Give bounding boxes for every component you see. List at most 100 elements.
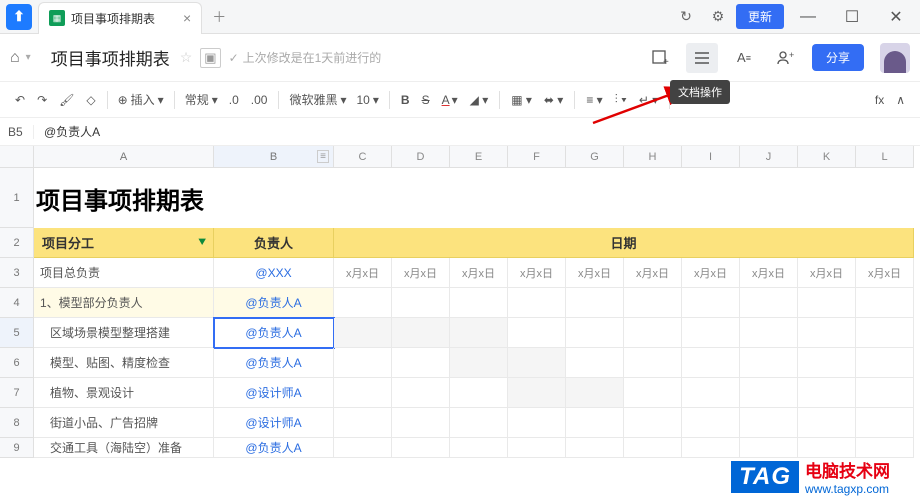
overflow-icon[interactable]: ∧	[891, 90, 910, 110]
update-button[interactable]: 更新	[736, 4, 784, 29]
date-cell[interactable]	[450, 318, 508, 348]
add-user-icon[interactable]: +	[770, 43, 802, 73]
date-cell[interactable]	[682, 318, 740, 348]
date-cell[interactable]	[450, 288, 508, 318]
font-dropdown[interactable]: 微软雅黑 ▾	[285, 89, 350, 110]
date-cell[interactable]	[508, 378, 566, 408]
col-header-C[interactable]: C	[334, 146, 392, 168]
owner-cell[interactable]: @负责人A	[214, 348, 334, 378]
date-cell[interactable]	[740, 348, 798, 378]
date-cell[interactable]	[334, 378, 392, 408]
date-cell[interactable]	[334, 318, 392, 348]
date-cell[interactable]	[624, 378, 682, 408]
date-cell[interactable]	[682, 348, 740, 378]
col-header-E[interactable]: E	[450, 146, 508, 168]
col-header-I[interactable]: I	[682, 146, 740, 168]
date-cell[interactable]	[508, 438, 566, 458]
date-cell[interactable]	[856, 408, 914, 438]
date-cell[interactable]	[334, 438, 392, 458]
date-cell[interactable]: x月x日	[624, 258, 682, 288]
header-owner[interactable]: 负责人	[214, 228, 334, 258]
sheet-title[interactable]: 项目事项排期表	[34, 168, 914, 228]
date-cell[interactable]: x月x日	[798, 258, 856, 288]
folder-icon[interactable]: ▣	[200, 48, 220, 68]
star-icon[interactable]: ☆	[180, 49, 193, 66]
date-cell[interactable]	[450, 408, 508, 438]
date-cell[interactable]	[392, 318, 450, 348]
date-cell[interactable]: x月x日	[392, 258, 450, 288]
col-header-H[interactable]: H	[624, 146, 682, 168]
create-icon[interactable]: +	[644, 43, 676, 73]
date-cell[interactable]	[624, 438, 682, 458]
task-cell[interactable]: 交通工具（海陆空）准备	[34, 438, 214, 458]
share-button[interactable]: 分享	[812, 44, 864, 71]
date-cell[interactable]	[392, 378, 450, 408]
select-all-corner[interactable]	[0, 146, 34, 168]
date-cell[interactable]	[566, 408, 624, 438]
row-header[interactable]: 2	[0, 228, 33, 258]
date-cell[interactable]	[798, 438, 856, 458]
date-cell[interactable]	[508, 288, 566, 318]
date-cell[interactable]	[566, 318, 624, 348]
date-cell[interactable]: x月x日	[566, 258, 624, 288]
decimal-dec-icon[interactable]: .0	[224, 90, 244, 110]
insert-dropdown[interactable]: ⊕ 插入 ▾	[114, 89, 168, 110]
date-cell[interactable]	[334, 348, 392, 378]
text-color-icon[interactable]: A ▾	[437, 90, 463, 110]
paint-icon[interactable]: 🖌	[54, 90, 79, 110]
row-header[interactable]: 7	[0, 378, 33, 408]
owner-cell[interactable]: @负责人A	[214, 288, 334, 318]
style-dropdown[interactable]: 常规 ▾	[181, 89, 222, 110]
gear-icon[interactable]: ⚙	[704, 4, 732, 30]
row-header[interactable]: 6	[0, 348, 33, 378]
owner-cell[interactable]: @负责人A	[214, 438, 334, 458]
date-cell[interactable]: x月x日	[334, 258, 392, 288]
date-cell[interactable]: x月x日	[740, 258, 798, 288]
merge-icon[interactable]: ⬌ ▾	[539, 90, 568, 110]
fx-icon[interactable]: fx	[870, 90, 889, 110]
header-task[interactable]: 项目分工⯆	[34, 228, 214, 258]
date-cell[interactable]	[624, 318, 682, 348]
close-icon[interactable]: ×	[183, 10, 191, 26]
date-cell[interactable]: x月x日	[682, 258, 740, 288]
date-cell[interactable]	[740, 318, 798, 348]
redo-icon[interactable]: ↷	[32, 90, 52, 110]
wrap-icon[interactable]: ↵ ▾	[634, 90, 663, 110]
date-cell[interactable]	[856, 288, 914, 318]
task-cell[interactable]: 植物、景观设计	[34, 378, 214, 408]
strike-icon[interactable]: S	[417, 90, 435, 110]
date-cell[interactable]	[450, 378, 508, 408]
clear-format-icon[interactable]: ◇	[81, 90, 100, 110]
date-cell[interactable]	[566, 288, 624, 318]
date-cell[interactable]	[740, 288, 798, 318]
owner-cell[interactable]: @负责人A	[214, 318, 334, 348]
date-cell[interactable]	[450, 438, 508, 458]
col-header-D[interactable]: D	[392, 146, 450, 168]
row-header[interactable]: 5	[0, 318, 33, 348]
row-header[interactable]: 3	[0, 258, 33, 288]
date-cell[interactable]	[566, 348, 624, 378]
row-header[interactable]: 1	[0, 168, 33, 228]
date-cell[interactable]	[334, 408, 392, 438]
avatar[interactable]	[880, 43, 910, 73]
date-cell[interactable]	[450, 348, 508, 378]
col-header-F[interactable]: F	[508, 146, 566, 168]
cell-name[interactable]: B5	[0, 125, 34, 139]
date-cell[interactable]	[740, 408, 798, 438]
task-cell[interactable]: 项目总负责	[34, 258, 214, 288]
date-cell[interactable]	[798, 408, 856, 438]
date-cell[interactable]	[392, 348, 450, 378]
date-cell[interactable]	[682, 408, 740, 438]
date-cell[interactable]	[856, 378, 914, 408]
date-cell[interactable]	[682, 438, 740, 458]
date-cell[interactable]: x月x日	[450, 258, 508, 288]
col-header-A[interactable]: A	[34, 146, 214, 168]
date-cell[interactable]	[682, 288, 740, 318]
col-header-L[interactable]: L	[856, 146, 914, 168]
home-icon[interactable]: ⌂	[10, 49, 20, 67]
valign-icon[interactable]: ⫶ ▾	[610, 89, 632, 110]
date-cell[interactable]	[508, 348, 566, 378]
date-cell[interactable]	[566, 438, 624, 458]
header-dates[interactable]: 日期	[334, 228, 914, 258]
sync-icon[interactable]: ↻	[672, 4, 700, 30]
